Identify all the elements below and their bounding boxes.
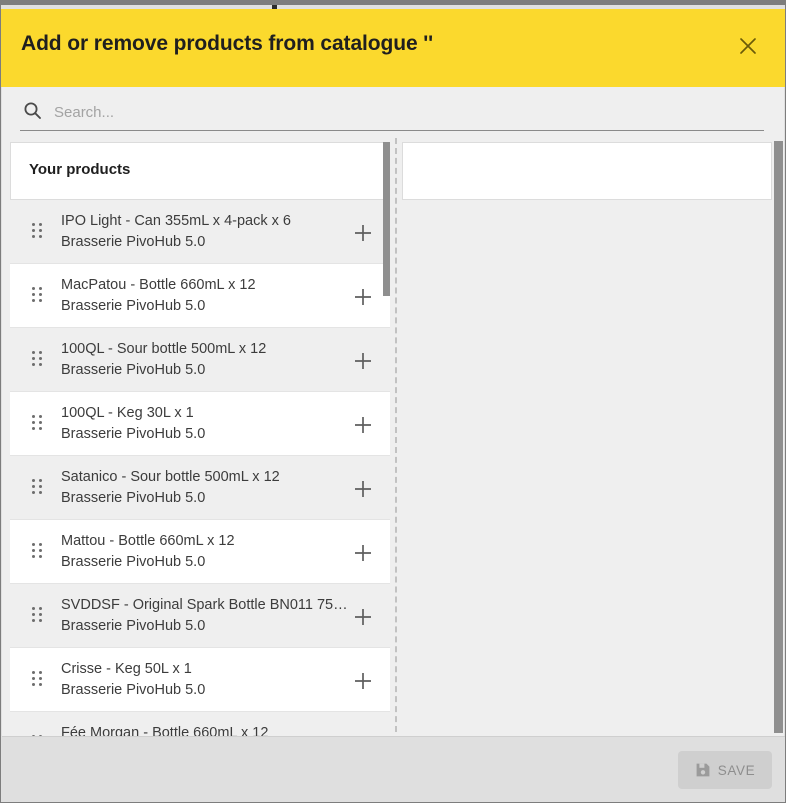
- product-list-item[interactable]: MacPatou - Bottle 660mL x 12 Brasserie Pi…: [10, 264, 390, 328]
- catalogue-products-dropzone[interactable]: [402, 200, 772, 742]
- product-brand: Brasserie PivoHub 5.0: [61, 618, 206, 634]
- add-remove-products-dialog: Add or remove products from catalogue ''…: [0, 0, 786, 803]
- product-list-item[interactable]: SVDDSF - Original Spark Bottle BN011 75……: [10, 584, 390, 648]
- add-product-button[interactable]: [350, 348, 376, 374]
- product-text: 100QL - Sour bottle 500mL x 12 Brasserie …: [61, 339, 351, 381]
- product-text: IPO Light - Can 355mL x 4-pack x 6 Brasse…: [61, 211, 351, 253]
- product-text: SVDDSF - Original Spark Bottle BN011 75……: [61, 595, 351, 637]
- product-text: 100QL - Keg 30L x 1 Brasserie PivoHub 5.0: [61, 403, 351, 445]
- your-products-panel: Your products IPO Light - Can 355mL x 4-…: [10, 142, 390, 742]
- add-product-button[interactable]: [350, 540, 376, 566]
- drag-handle-icon[interactable]: [32, 543, 44, 561]
- close-icon[interactable]: [733, 31, 763, 61]
- product-list-scrollbar-thumb[interactable]: [383, 142, 390, 296]
- product-list-item[interactable]: Satanico - Sour bottle 500mL x 12 Brasser…: [10, 456, 390, 520]
- product-list-item[interactable]: Mattou - Bottle 660mL x 12 Brasserie Pivo…: [10, 520, 390, 584]
- product-text: MacPatou - Bottle 660mL x 12 Brasserie Pi…: [61, 275, 351, 317]
- product-brand: Brasserie PivoHub 5.0: [61, 554, 206, 570]
- product-name: 100QL - Keg 30L x 1: [61, 405, 194, 421]
- product-brand: Brasserie PivoHub 5.0: [61, 234, 206, 250]
- save-button[interactable]: SAVE: [678, 751, 772, 789]
- dialog-body: Your products IPO Light - Can 355mL x 4-…: [2, 138, 784, 742]
- product-brand: Brasserie PivoHub 5.0: [61, 426, 206, 442]
- product-name: Satanico - Sour bottle 500mL x 12: [61, 469, 280, 485]
- save-button-label: SAVE: [717, 762, 756, 778]
- column-divider: [395, 138, 397, 742]
- dialog-titlebar: Add or remove products from catalogue '': [1, 9, 785, 87]
- drag-handle-icon[interactable]: [32, 479, 44, 497]
- add-product-button[interactable]: [350, 412, 376, 438]
- search-bar: [2, 87, 784, 138]
- add-product-button[interactable]: [350, 476, 376, 502]
- drag-handle-icon[interactable]: [32, 351, 44, 369]
- product-brand: Brasserie PivoHub 5.0: [61, 362, 206, 378]
- dialog-title: Add or remove products from catalogue '': [21, 32, 434, 55]
- product-list-scrollbar[interactable]: [383, 142, 390, 742]
- product-name: Mattou - Bottle 660mL x 12: [61, 533, 235, 549]
- product-name: SVDDSF - Original Spark Bottle BN011 75…: [61, 597, 348, 613]
- product-brand: Brasserie PivoHub 5.0: [61, 298, 206, 314]
- drag-handle-icon[interactable]: [32, 287, 44, 305]
- product-list-item[interactable]: 100QL - Sour bottle 500mL x 12 Brasserie …: [10, 328, 390, 392]
- search-icon: [23, 101, 42, 125]
- dialog-scrollbar-thumb[interactable]: [774, 141, 783, 733]
- drag-handle-icon[interactable]: [32, 607, 44, 625]
- product-brand: Brasserie PivoHub 5.0: [61, 682, 206, 698]
- add-product-button[interactable]: [350, 284, 376, 310]
- drag-handle-icon[interactable]: [32, 415, 44, 433]
- product-name: 100QL - Sour bottle 500mL x 12: [61, 341, 267, 357]
- product-text: Satanico - Sour bottle 500mL x 12 Brasser…: [61, 467, 351, 509]
- product-list-item[interactable]: IPO Light - Can 355mL x 4-pack x 6 Brasse…: [10, 200, 390, 264]
- add-product-button[interactable]: [350, 668, 376, 694]
- search-input[interactable]: [52, 95, 756, 130]
- your-products-header: Your products: [10, 142, 390, 200]
- product-text: Mattou - Bottle 660mL x 12 Brasserie Pivo…: [61, 531, 351, 573]
- your-products-title: Your products: [29, 161, 131, 178]
- add-product-button[interactable]: [350, 604, 376, 630]
- product-name: MacPatou - Bottle 660mL x 12: [61, 277, 256, 293]
- catalogue-products-header: [402, 142, 772, 200]
- product-list-item[interactable]: Crisse - Keg 50L x 1 Brasserie PivoHub 5.…: [10, 648, 390, 712]
- save-floppy-icon: [695, 762, 711, 778]
- catalogue-products-panel: [402, 142, 772, 742]
- product-brand: Brasserie PivoHub 5.0: [61, 490, 206, 506]
- product-name: Crisse - Keg 50L x 1: [61, 661, 192, 677]
- dialog-footer: SAVE: [2, 736, 785, 801]
- drag-handle-icon[interactable]: [32, 671, 44, 689]
- product-text: Crisse - Keg 50L x 1 Brasserie PivoHub 5.…: [61, 659, 351, 701]
- product-name: IPO Light - Can 355mL x 4-pack x 6: [61, 213, 291, 229]
- product-list[interactable]: IPO Light - Can 355mL x 4-pack x 6 Brasse…: [10, 200, 390, 742]
- drag-handle-icon[interactable]: [32, 223, 44, 241]
- search-field-wrapper: [20, 95, 764, 131]
- add-product-button[interactable]: [350, 220, 376, 246]
- product-list-item[interactable]: 100QL - Keg 30L x 1 Brasserie PivoHub 5.0: [10, 392, 390, 456]
